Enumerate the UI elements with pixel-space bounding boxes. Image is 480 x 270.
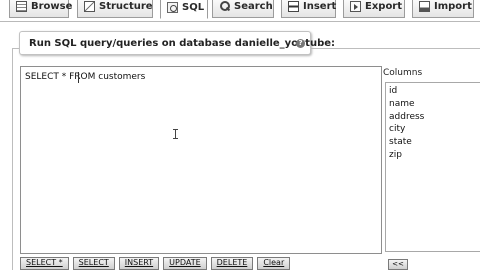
column-item[interactable]: name <box>389 98 479 111</box>
query-header: Run SQL query/queries on database daniel… <box>19 31 335 55</box>
search-icon <box>219 1 230 12</box>
clear-button[interactable]: Clear <box>257 257 291 270</box>
sql-query-textarea[interactable]: SELECT * FROM customers <box>20 66 382 254</box>
sql-icon <box>167 1 178 13</box>
browse-icon <box>16 1 27 12</box>
tab-insert[interactable]: Insert <box>281 0 336 18</box>
tab-search[interactable]: Search <box>212 0 274 18</box>
tab-structure-label: Structure <box>99 1 153 12</box>
tab-structure[interactable]: Structure <box>77 0 153 18</box>
select-button[interactable]: SELECT <box>72 257 115 270</box>
tab-import[interactable]: Import <box>412 0 474 18</box>
column-item[interactable]: id <box>389 85 479 98</box>
select-star-button[interactable]: SELECT * <box>20 257 69 270</box>
insert-column-button[interactable]: << <box>388 259 408 270</box>
columns-label: Columns <box>383 68 423 78</box>
export-icon <box>350 1 361 12</box>
column-item[interactable]: state <box>389 136 479 149</box>
update-button[interactable]: UPDATE <box>163 257 207 270</box>
query-buttons: SELECT * SELECT INSERT UPDATE DELETE Cle… <box>20 257 291 270</box>
tab-bar: Browse Structure SQL Search Insert Expor… <box>0 0 480 22</box>
column-item[interactable]: address <box>389 111 479 124</box>
tab-sql[interactable]: SQL <box>160 0 208 19</box>
structure-icon <box>84 1 95 12</box>
tab-sql-label: SQL <box>182 1 205 13</box>
import-icon <box>419 1 430 12</box>
columns-list[interactable]: id name address city state zip <box>385 82 480 252</box>
tab-browse[interactable]: Browse <box>9 0 73 18</box>
tab-search-label: Search <box>234 1 273 12</box>
tab-insert-label: Insert <box>303 1 337 12</box>
column-item[interactable]: city <box>389 123 479 136</box>
delete-button[interactable]: DELETE <box>210 257 254 270</box>
tab-browse-label: Browse <box>31 1 73 12</box>
text-caret <box>78 72 79 83</box>
query-header-title: Run SQL query/queries on database daniel… <box>29 37 336 49</box>
tab-export-label: Export <box>365 1 403 12</box>
tab-export[interactable]: Export <box>343 0 405 18</box>
ibeam-cursor-icon <box>173 129 180 139</box>
tab-import-label: Import <box>434 1 472 12</box>
help-icon[interactable]: ? <box>296 39 305 48</box>
column-item[interactable]: zip <box>389 149 479 162</box>
insert-button[interactable]: INSERT <box>118 257 160 270</box>
insert-icon <box>288 1 299 12</box>
